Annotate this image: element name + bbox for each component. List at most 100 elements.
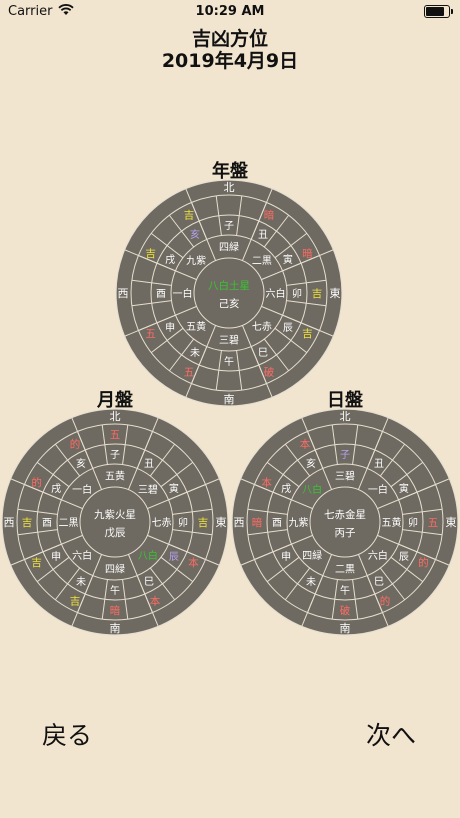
marker-label: 本 [261, 476, 272, 489]
zodiac-label: 辰 [169, 551, 179, 563]
status-bar: Carrier 10:29 AM [0, 0, 460, 24]
zodiac-label: 午 [340, 584, 350, 597]
zodiac-label: 申 [165, 321, 175, 334]
star-label: 四緑 [302, 549, 322, 562]
next-button[interactable]: 次へ [366, 716, 416, 752]
zodiac-label: 戌 [165, 253, 175, 266]
star-label: 九紫 [289, 517, 309, 529]
marker-label: 五 [184, 366, 195, 378]
zodiac-label: 巳 [144, 576, 154, 588]
clock: 10:29 AM [195, 4, 265, 19]
marker-label: 的 [70, 438, 81, 451]
center-star: 八白土星 [208, 279, 250, 292]
star-label: 九紫 [186, 255, 206, 267]
marker-label: 吉 [22, 517, 33, 529]
zodiac-label: 酉 [272, 518, 282, 529]
compass-label: 西 [234, 516, 245, 529]
marker-label: 本 [188, 556, 199, 569]
zodiac-label: 丑 [374, 459, 384, 470]
zodiac-label: 午 [110, 584, 120, 597]
zodiac-label: 巳 [258, 347, 268, 359]
zodiac-label: 亥 [190, 228, 200, 241]
compass-label: 東 [216, 516, 227, 529]
star-label: 七赤 [252, 321, 272, 333]
marker-label: 破 [264, 365, 275, 378]
star-label: 四緑 [219, 241, 239, 254]
marker-label: 吉 [70, 595, 81, 607]
center-star: 九紫火星 [94, 509, 136, 521]
zodiac-label: 卯 [292, 288, 302, 300]
star-label: 一白 [368, 483, 388, 496]
compass-label: 北 [110, 410, 121, 423]
zodiac-label: 巳 [374, 576, 384, 588]
compass-label: 北 [224, 181, 235, 194]
star-label: 三碧 [335, 471, 355, 483]
compass-label: 東 [330, 287, 341, 300]
marker-label: 吉 [145, 248, 156, 260]
battery-icon [424, 5, 453, 18]
star-label: 八白 [138, 549, 158, 562]
month-board: 北東南西五吉本本暗吉吉吉的的子丑寅卯辰巳午未申酉戌亥五黄 三碧 七赤 八白 四緑 六白 二黒… [0, 407, 230, 637]
marker-label: 吉 [302, 328, 313, 340]
zodiac-label: 亥 [76, 457, 86, 470]
marker-label: 暗 [110, 604, 121, 617]
center-kanshi: 己亥 [219, 297, 240, 310]
zodiac-label: 辰 [283, 322, 293, 334]
star-label: 一白 [72, 483, 92, 496]
year-board: 北東南西暗暗吉吉破五五吉吉子丑寅卯辰巳午未申酉戌亥四緑 二黒 六白 七赤 三碧 五黄 一白九… [114, 178, 344, 408]
zodiac-label: 酉 [42, 518, 52, 529]
marker-label: 的 [380, 594, 391, 607]
marker-label: 破 [340, 604, 351, 617]
marker-label: 吉 [31, 557, 42, 569]
marker-label: 本 [150, 594, 161, 607]
compass-label: 北 [340, 410, 351, 423]
board-disc [231, 408, 459, 636]
marker-label: 吉 [312, 288, 323, 300]
compass-label: 西 [118, 287, 129, 300]
center-kanshi: 戊辰 [105, 527, 126, 539]
zodiac-label: 丑 [258, 230, 268, 241]
zodiac-label: 丑 [144, 459, 154, 470]
marker-label: 本 [300, 438, 311, 451]
compass-label: 南 [110, 622, 121, 635]
center-kanshi: 丙子 [335, 527, 356, 539]
star-label: 五黄 [382, 516, 402, 529]
marker-label: 暗 [302, 247, 313, 260]
page-date: 2019年4月9日 [161, 50, 299, 72]
marker-label: 吉 [184, 210, 195, 222]
compass-label: 西 [4, 516, 15, 529]
board-disc [1, 408, 229, 636]
zodiac-label: 卯 [178, 517, 188, 529]
board-disc [115, 179, 343, 407]
star-label: 二黒 [252, 255, 272, 267]
zodiac-label: 戌 [51, 482, 61, 495]
center-star: 七赤金星 [324, 508, 366, 521]
zodiac-label: 寅 [169, 482, 179, 495]
zodiac-label: 寅 [283, 253, 293, 266]
marker-label: 五 [110, 429, 121, 441]
marker-label: 的 [31, 476, 42, 489]
zodiac-label: 辰 [399, 551, 409, 563]
star-label: 六白 [368, 549, 388, 562]
day-board: 北東南西五的的破暗本本子丑寅卯辰巳午未申酉戌亥三碧 一白 五黄 六白 二黒 四緑 九紫 八白七… [230, 407, 460, 637]
star-label: 三碧 [219, 335, 239, 347]
zodiac-label: 子 [110, 449, 120, 461]
marker-label: 暗 [252, 516, 263, 529]
marker-label: 五 [428, 517, 439, 529]
compass-label: 南 [224, 393, 235, 406]
star-label: 八白 [302, 483, 322, 496]
battery-tip [451, 9, 453, 14]
zodiac-label: 未 [306, 576, 316, 588]
back-button[interactable]: 戻る [42, 716, 92, 752]
zodiac-label: 申 [281, 550, 291, 563]
zodiac-label: 子 [340, 449, 350, 461]
star-label: 二黒 [59, 517, 79, 529]
star-label: 二黒 [335, 564, 355, 576]
marker-label: 吉 [198, 517, 209, 529]
compass-label: 南 [340, 622, 351, 635]
battery-fill [426, 7, 444, 16]
zodiac-label: 未 [190, 347, 200, 359]
zodiac-label: 酉 [156, 289, 166, 300]
zodiac-label: 亥 [306, 457, 316, 470]
compass-label: 東 [446, 516, 457, 529]
